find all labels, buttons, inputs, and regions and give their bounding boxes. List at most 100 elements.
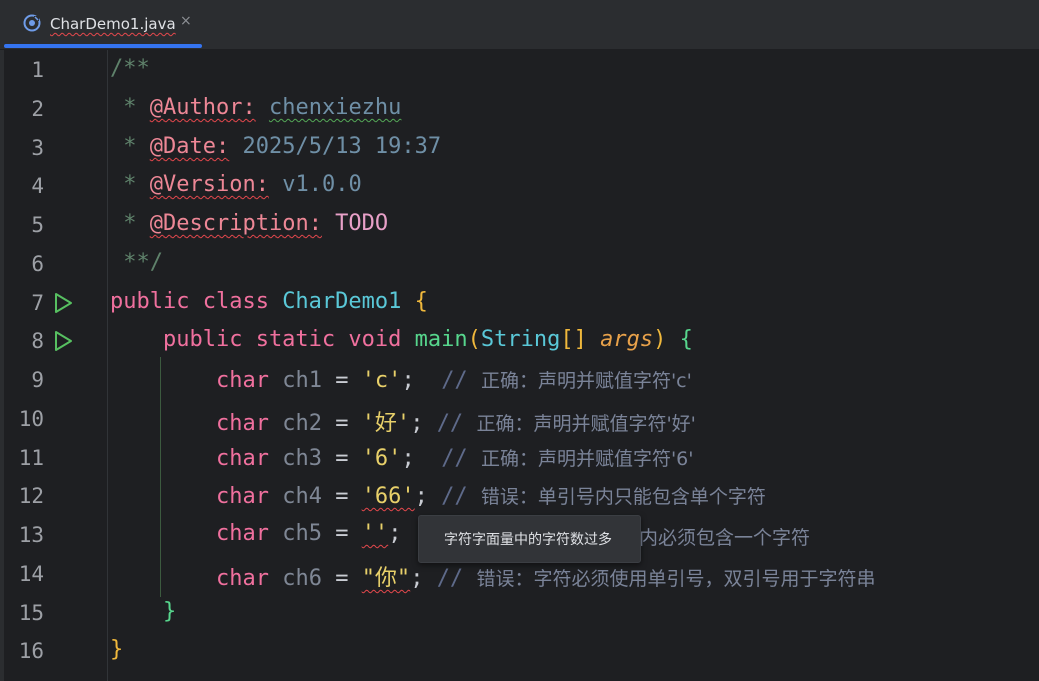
paren: ) [653,327,680,352]
code-line[interactable]: 5 * @Description: TODO [0,206,1039,244]
comment-text: **/ [110,250,163,275]
brace: { [679,327,693,352]
operator: = [335,566,362,591]
doc-value: v1.0.0 [268,172,362,197]
char-literal-error: '66' [361,484,415,509]
tab-title: CharDemo1.java [50,15,176,33]
semicolon: ; [414,484,442,509]
code-line[interactable]: 1 /** [0,51,1039,89]
operator: = [335,446,362,471]
line-number: 9 [31,368,44,392]
line-number: 1 [31,58,44,82]
string-literal-error: "你" [361,566,411,591]
comment-text: 内必须包含一个字符 [639,527,811,549]
keyword: char [215,368,269,393]
code-line[interactable]: 4 * @Version: v1.0.0 [0,167,1039,205]
line-number: 5 [31,213,44,237]
keyword: char [215,484,269,509]
tab-chardemo1[interactable]: CharDemo1.java × [4,0,202,49]
doc-value: 2025/5/13 19:37 [229,134,442,159]
code-line[interactable]: 16 } [0,632,1039,670]
code-line[interactable]: 6 **/ [0,245,1039,283]
doc-tag: @Author: [149,95,256,120]
doc-tag: @Date: [149,134,230,159]
doc-tag: @Description: [149,211,322,236]
comment-text: /** [110,56,150,81]
code-line[interactable]: 7 public class CharDemo1 { [0,284,1039,322]
java-class-icon [23,14,41,32]
line-number: 12 [18,484,44,508]
keyword: public static void [110,327,415,352]
operator: = [335,484,362,509]
variable: ch5 [268,521,336,546]
char-literal-error: '' [361,521,389,546]
char-literal: '6' [361,446,402,471]
code-line[interactable]: 9 char ch1 = 'c'; // 正确：声明并赋值字符'c' [0,361,1039,399]
line-number: 13 [18,523,44,547]
comment-star: * [110,211,150,236]
code-line[interactable]: 2 * @Author: chenxiezhu [0,90,1039,128]
char-literal: '好' [361,411,411,436]
run-main-icon[interactable] [52,330,74,352]
comment-marker: // [441,368,481,393]
line-number: 11 [18,446,44,470]
operator: = [335,368,362,393]
semicolon: ; [388,521,402,546]
type-name: String [480,327,561,352]
variable: ch2 [268,411,336,436]
comment-marker: // [441,484,481,509]
tooltip-text: 字符字面量中的字符数过多 [444,532,612,548]
comment-text: 正确：声明并赋值字符'6' [480,448,694,470]
doc-tag: @Version: [149,172,269,197]
editor-tab-bar: CharDemo1.java × [0,0,1039,50]
comment-text: 错误：字符必须使用单引号，双引号用于字符串 [476,568,876,590]
line-number: 7 [31,291,44,315]
bracket: [] [560,327,601,352]
variable: ch4 [268,484,336,509]
comment-star: * [110,95,150,120]
error-tooltip: 字符字面量中的字符数过多 [418,515,641,563]
code-line[interactable]: 3 * @Date: 2025/5/13 19:37 [0,129,1039,167]
comment-text: 正确：声明并赋值字符'c' [480,370,692,392]
char-literal: 'c' [361,368,402,393]
code-line[interactable]: 8 public static void main(String[] args)… [0,322,1039,360]
code-line[interactable]: 15 } [0,594,1039,632]
operator: = [335,411,362,436]
semicolon: ; [401,368,442,393]
line-number: 14 [18,562,44,586]
code-line[interactable]: 11 char ch3 = '6'; // 正确：声明并赋值字符'6' [0,439,1039,477]
line-number: 10 [18,407,44,431]
comment-text: 正确：声明并赋值字符'好' [476,413,696,435]
comment-marker: // [441,446,481,471]
active-tab-indicator [4,44,202,48]
semicolon: ; [410,566,437,591]
doc-value: chenxiezhu [268,95,402,120]
run-class-icon[interactable] [52,292,74,314]
keyword: char [215,566,269,591]
comment-star: * [110,134,150,159]
keyword: char [215,446,269,471]
line-number: 8 [31,329,44,353]
semicolon: ; [401,446,442,471]
keyword: public class [110,289,283,314]
line-number: 15 [18,601,44,625]
variable: ch3 [268,446,336,471]
code-line[interactable]: 10 char ch2 = '好'; // 正确：声明并赋值字符'好' [0,400,1039,438]
todo-marker: TODO [321,211,389,236]
line-number: 2 [31,97,44,121]
line-number: 3 [31,136,44,160]
brace: } [110,599,177,624]
paren: ( [467,327,481,352]
comment-text: 错误：单引号内只能包含单个字符 [480,486,766,508]
comment-star: * [110,172,150,197]
variable: ch1 [268,368,336,393]
comment-marker: // [436,411,477,436]
parameter: args [600,327,654,352]
code-line[interactable]: 12 char ch4 = '66'; // 错误：单引号内只能包含单个字符 [0,477,1039,515]
semicolon: ; [410,411,437,436]
line-number: 4 [31,174,44,198]
brace: { [401,289,428,314]
method-name: main [414,327,468,352]
line-number: 16 [18,639,44,663]
tab-close-icon[interactable]: × [180,13,192,29]
